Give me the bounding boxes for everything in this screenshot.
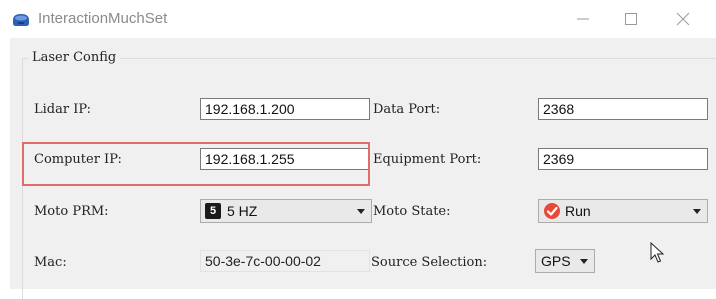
source-selection-label: Source Selection: xyxy=(371,255,488,270)
moto-state-value: Run xyxy=(565,203,591,219)
source-selection-select[interactable]: GPS xyxy=(535,249,595,273)
equipment-port-label: Equipment Port: xyxy=(373,152,482,167)
mac-field: 50-3e-7c-00-00-02 xyxy=(200,250,370,272)
moto-prm-label: Moto PRM: xyxy=(34,204,109,219)
data-port-input[interactable]: 2368 xyxy=(538,98,708,120)
title-bar: InteractionMuchSet xyxy=(0,0,716,38)
mac-label: Mac: xyxy=(34,255,67,270)
chevron-down-icon xyxy=(357,209,365,214)
maximize-button[interactable] xyxy=(608,0,654,38)
computer-ip-highlight-box xyxy=(22,142,370,186)
check-circle-icon xyxy=(544,203,560,219)
group-title: Laser Config xyxy=(28,50,121,65)
lidar-ip-input[interactable]: 192.168.1.200 xyxy=(200,98,370,120)
data-port-label: Data Port: xyxy=(373,102,441,117)
moto-state-select[interactable]: Run xyxy=(538,199,708,223)
maximize-icon xyxy=(625,13,637,25)
five-badge-icon: 5 xyxy=(205,203,221,219)
minimize-button[interactable] xyxy=(560,0,606,38)
minimize-icon xyxy=(577,18,589,20)
lidar-ip-label: Lidar IP: xyxy=(34,102,92,117)
moto-state-label: Moto State: xyxy=(373,204,451,219)
close-button[interactable] xyxy=(660,0,706,38)
close-icon xyxy=(676,12,690,26)
mouse-cursor-icon xyxy=(650,242,664,263)
chevron-down-icon xyxy=(693,209,701,214)
app-icon xyxy=(13,14,29,26)
window-title: InteractionMuchSet xyxy=(38,10,168,27)
source-selection-value: GPS xyxy=(541,253,571,269)
moto-prm-select[interactable]: 5 5 HZ xyxy=(200,199,372,223)
chevron-down-icon xyxy=(580,259,588,264)
moto-prm-value: 5 HZ xyxy=(227,203,258,219)
equipment-port-input[interactable]: 2369 xyxy=(538,148,708,170)
